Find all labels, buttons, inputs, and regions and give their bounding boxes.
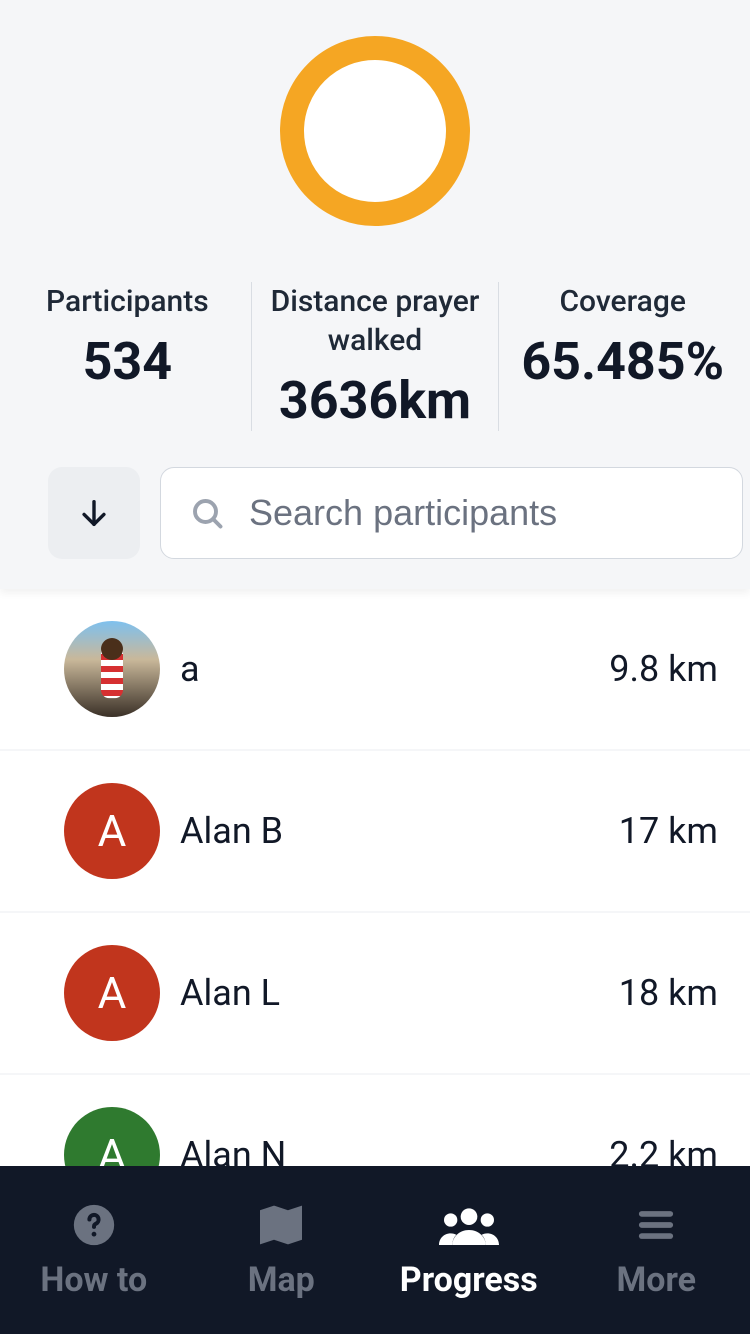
stat-distance-value: 3636km xyxy=(260,370,491,431)
participant-distance: 9.8 km xyxy=(609,648,718,690)
map-icon xyxy=(255,1200,307,1250)
list-item[interactable]: A Alan B 17 km xyxy=(0,751,750,911)
nav-howto[interactable]: How to xyxy=(0,1166,188,1334)
participant-name: a xyxy=(180,648,589,690)
progress-ring-container xyxy=(0,36,750,226)
arrow-down-icon xyxy=(77,496,111,530)
search-row xyxy=(0,431,750,559)
search-box[interactable] xyxy=(160,467,743,559)
participant-distance: 17 km xyxy=(619,810,718,852)
progress-ring xyxy=(280,36,470,226)
stat-coverage-value: 65.485% xyxy=(507,331,738,392)
avatar: A xyxy=(64,783,160,879)
nav-map-label: Map xyxy=(248,1260,315,1300)
bottom-nav: How to Map xyxy=(0,1166,750,1334)
nav-progress[interactable]: Progress xyxy=(375,1166,563,1334)
stat-coverage: Coverage 65.485% xyxy=(498,282,746,431)
nav-map[interactable]: Map xyxy=(188,1166,376,1334)
nav-more-label: More xyxy=(617,1260,696,1300)
participant-distance: 18 km xyxy=(619,972,718,1014)
menu-icon xyxy=(635,1200,677,1250)
stat-participants-value: 534 xyxy=(12,331,243,392)
stat-participants: Participants 534 xyxy=(4,282,251,431)
sort-button[interactable] xyxy=(48,467,140,559)
stat-distance: Distance prayer walked 3636km xyxy=(251,282,499,431)
list-item[interactable]: A Alan L 18 km xyxy=(0,913,750,1073)
list-item[interactable]: a 9.8 km xyxy=(0,589,750,749)
nav-progress-label: Progress xyxy=(400,1260,538,1300)
participant-name: Alan B xyxy=(180,810,599,852)
question-circle-icon xyxy=(72,1200,116,1250)
nav-more[interactable]: More xyxy=(563,1166,750,1334)
header: Participants 534 Distance prayer walked … xyxy=(0,0,750,589)
search-icon xyxy=(189,495,225,531)
avatar xyxy=(64,621,160,717)
people-icon xyxy=(439,1200,499,1250)
stat-participants-label: Participants xyxy=(12,282,243,321)
participant-name: Alan L xyxy=(180,972,599,1014)
stats-row: Participants 534 Distance prayer walked … xyxy=(0,282,750,431)
avatar: A xyxy=(64,945,160,1041)
nav-howto-label: How to xyxy=(40,1260,147,1300)
stat-coverage-label: Coverage xyxy=(507,282,738,321)
stat-distance-label: Distance prayer walked xyxy=(260,282,491,360)
search-input[interactable] xyxy=(249,492,714,534)
